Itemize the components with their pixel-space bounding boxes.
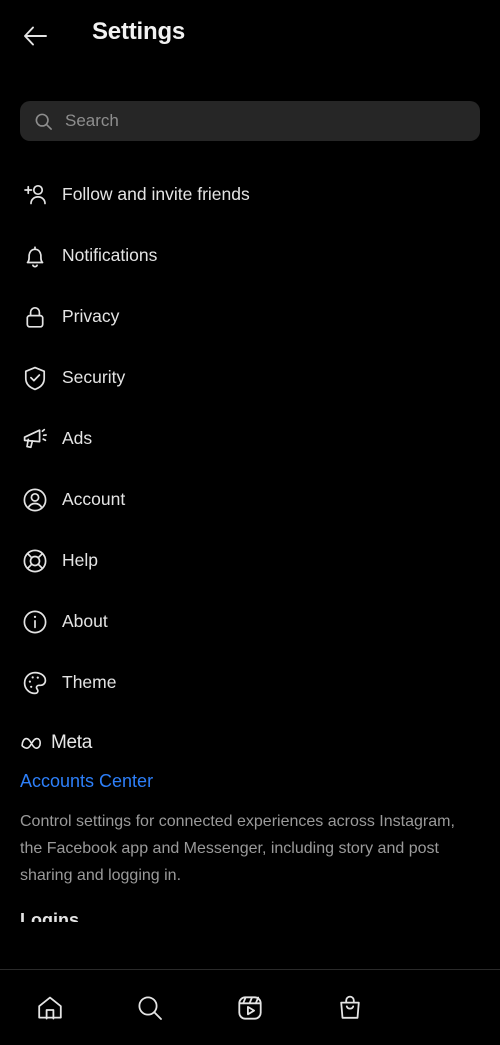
menu-item-label: Help [62,550,98,570]
nav-item-reels[interactable] [200,970,300,1045]
accounts-center-link[interactable]: Accounts Center [20,771,480,792]
menu-item-label: Follow and invite friends [62,184,250,204]
menu-item-security[interactable]: Security [0,347,500,408]
person-add-icon [20,180,50,210]
search-container: Search [0,101,500,141]
settings-screen: Settings Search Follow and invite friend… [0,0,500,1045]
menu-item-label: Theme [62,672,117,692]
next-section-heading-clipped: Logins [20,910,79,922]
reels-icon [235,993,265,1023]
meta-infinity-icon [20,735,44,751]
shield-check-icon [20,363,50,393]
megaphone-icon [20,424,50,454]
arrow-left-icon [22,22,50,50]
meta-brand-label: Meta [51,732,93,753]
header-bar: Settings [0,0,500,72]
menu-item-label: Ads [62,428,93,448]
bell-icon [20,241,50,271]
nav-item-home[interactable] [0,970,100,1045]
menu-item-label: About [62,611,108,631]
page-title: Settings [92,18,186,45]
info-circle-icon [20,607,50,637]
nav-item-shop[interactable] [300,970,400,1045]
home-icon [35,993,65,1023]
menu-item-notifications[interactable]: Notifications [0,225,500,286]
search-icon [135,993,165,1023]
nav-item-search[interactable] [100,970,200,1045]
palette-icon [20,668,50,698]
meta-section: Meta Accounts Center Control settings fo… [0,713,500,922]
menu-item-help[interactable]: Help [0,530,500,591]
menu-item-follow-and-invite-friends[interactable]: Follow and invite friends [0,164,500,225]
menu-item-account[interactable]: Account [0,469,500,530]
menu-item-label: Account [62,489,126,509]
shopping-bag-icon [335,993,365,1023]
lifebuoy-icon [20,546,50,576]
menu-item-privacy[interactable]: Privacy [0,286,500,347]
search-input[interactable]: Search [20,101,480,141]
lock-icon [20,302,50,332]
meta-description: Control settings for connected experienc… [20,813,455,884]
back-button[interactable] [16,16,56,56]
search-placeholder: Search [65,111,119,130]
menu-item-about[interactable]: About [0,591,500,652]
menu-item-ads[interactable]: Ads [0,408,500,469]
bottom-navigation-bar [0,969,500,1045]
settings-menu: Follow and invite friends Notifications … [0,164,500,713]
menu-item-label: Privacy [62,306,120,326]
menu-item-theme[interactable]: Theme [0,652,500,713]
person-circle-icon [20,485,50,515]
search-icon [34,112,53,131]
menu-item-label: Notifications [62,245,158,265]
meta-brand-row: Meta [20,731,480,755]
menu-item-label: Security [62,367,126,387]
